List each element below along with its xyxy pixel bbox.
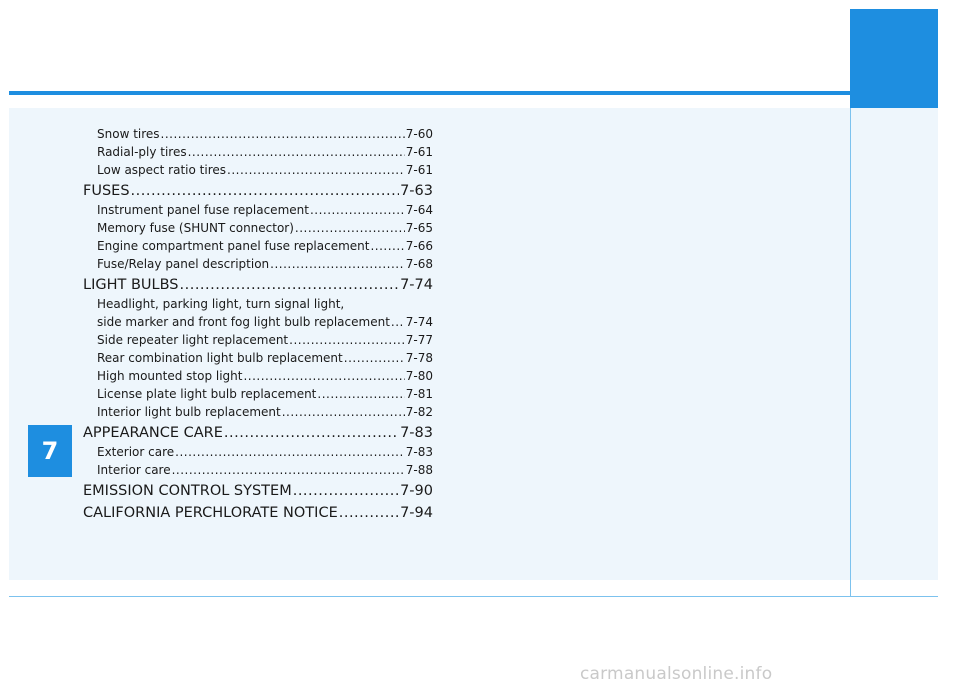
table-of-contents: Snow tires7-60Radial-ply tires7-61Low as… (83, 123, 433, 521)
toc-dot-leader (344, 351, 405, 365)
toc-subsection-entry[interactable]: Fuse/Relay panel description 7-68 (83, 253, 433, 271)
toc-entry-title: Snow tires (97, 127, 160, 141)
toc-entry-title: Interior care (97, 463, 171, 477)
toc-dot-leader (188, 145, 405, 159)
toc-subsection-entry[interactable]: Radial-ply tires 7-61 (83, 141, 433, 159)
toc-entry-page: 7-88 (405, 463, 433, 477)
toc-dot-leader (391, 315, 405, 329)
toc-entry-page: 7-90 (400, 483, 433, 499)
toc-dot-leader (293, 483, 399, 499)
toc-entry-page: 7-63 (400, 183, 433, 199)
margin-divider (850, 108, 851, 596)
toc-dot-leader (131, 183, 400, 199)
toc-dot-leader (310, 203, 405, 217)
toc-dot-leader (295, 221, 405, 235)
toc-section-entry[interactable]: EMISSION CONTROL SYSTEM 7-90 (83, 477, 433, 499)
toc-subsection-entry[interactable]: Interior light bulb replacement 7-82 (83, 401, 433, 419)
toc-entry-page: 7-68 (405, 257, 433, 271)
toc-entry-title: Low aspect ratio tires (97, 163, 226, 177)
toc-entry-title: LIGHT BULBS (83, 277, 179, 293)
toc-entry-page: 7-74 (400, 277, 433, 293)
toc-dot-leader (180, 277, 400, 293)
toc-subsection-entry[interactable]: Interior care 7-88 (83, 459, 433, 477)
toc-entry-page: 7-60 (405, 127, 433, 141)
toc-section-entry[interactable]: LIGHT BULBS 7-74 (83, 271, 433, 293)
header-rule (9, 91, 850, 95)
toc-dot-leader (282, 405, 405, 419)
toc-entry-title: Headlight, parking light, turn signal li… (97, 297, 345, 311)
toc-section-entry[interactable]: APPEARANCE CARE 7-83 (83, 419, 433, 441)
toc-entry-page: 7-80 (405, 369, 433, 383)
toc-entry-page: 7-82 (405, 405, 433, 419)
toc-entry-page: 7-94 (400, 505, 433, 521)
toc-entry-page: 7-78 (405, 351, 433, 365)
toc-entry-title: High mounted stop light (97, 369, 243, 383)
toc-entry-title: License plate light bulb replacement (97, 387, 317, 401)
toc-subsection-entry[interactable]: Side repeater light replacement 7-77 (83, 329, 433, 347)
toc-entry-title: Side repeater light replacement (97, 333, 289, 347)
chapter-tab[interactable]: 7 (28, 425, 72, 477)
toc-entry-title: EMISSION CONTROL SYSTEM (83, 483, 292, 499)
toc-entry-page: 7-64 (405, 203, 433, 217)
toc-entry-title: side marker and front fog light bulb rep… (97, 315, 390, 329)
toc-entry-page: 7-65 (405, 221, 433, 235)
toc-subsection-entry[interactable]: Memory fuse (SHUNT connector) 7-65 (83, 217, 433, 235)
toc-entry-title: Radial-ply tires (97, 145, 187, 159)
toc-dot-leader (270, 257, 405, 271)
toc-dot-leader (289, 333, 405, 347)
toc-entry-title: Interior light bulb replacement (97, 405, 281, 419)
footer-rule (9, 596, 938, 597)
toc-subsection-entry[interactable]: Snow tires 7-60 (83, 123, 433, 141)
toc-dot-leader (243, 369, 404, 383)
toc-dot-leader (172, 463, 405, 477)
toc-entry-page: 7-83 (405, 445, 433, 459)
toc-dot-leader (161, 127, 405, 141)
toc-entry-page: 7-83 (400, 425, 433, 441)
watermark: carmanualsonline.info (580, 664, 773, 684)
toc-dot-leader (224, 425, 399, 441)
toc-entry-title: Exterior care (97, 445, 175, 459)
toc-entry-page: 7-61 (405, 145, 433, 159)
toc-subsection-entry[interactable]: Headlight, parking light, turn signal li… (83, 293, 433, 311)
toc-entry-title: Fuse/Relay panel description (97, 257, 270, 271)
toc-entry-title: FUSES (83, 183, 130, 199)
toc-subsection-entry[interactable]: side marker and front fog light bulb rep… (83, 311, 433, 329)
toc-entry-page: 7-81 (405, 387, 433, 401)
chapter-corner-block (850, 9, 938, 109)
toc-subsection-entry[interactable]: Engine compartment panel fuse replacemen… (83, 235, 433, 253)
toc-entry-title: APPEARANCE CARE (83, 425, 223, 441)
toc-subsection-entry[interactable]: Exterior care 7-83 (83, 441, 433, 459)
toc-subsection-entry[interactable]: Instrument panel fuse replacement 7-64 (83, 199, 433, 217)
toc-dot-leader (317, 387, 404, 401)
toc-entry-title: Instrument panel fuse replacement (97, 203, 309, 217)
toc-entry-page: 7-77 (405, 333, 433, 347)
toc-section-entry[interactable]: CALIFORNIA PERCHLORATE NOTICE 7-94 (83, 499, 433, 521)
toc-dot-leader (339, 505, 399, 521)
toc-entry-title: CALIFORNIA PERCHLORATE NOTICE (83, 505, 338, 521)
toc-dot-leader (370, 239, 404, 253)
toc-entry-page: 7-66 (405, 239, 433, 253)
toc-subsection-entry[interactable]: Low aspect ratio tires 7-61 (83, 159, 433, 177)
toc-entry-page: 7-74 (405, 315, 433, 329)
chapter-number: 7 (41, 437, 59, 465)
toc-entry-title: Engine compartment panel fuse replacemen… (97, 239, 370, 253)
toc-subsection-entry[interactable]: High mounted stop light 7-80 (83, 365, 433, 383)
toc-dot-leader (227, 163, 405, 177)
toc-dot-leader (175, 445, 405, 459)
toc-subsection-entry[interactable]: License plate light bulb replacement 7-81 (83, 383, 433, 401)
toc-entry-title: Memory fuse (SHUNT connector) (97, 221, 294, 235)
toc-subsection-entry[interactable]: Rear combination light bulb replacement 7… (83, 347, 433, 365)
toc-section-entry[interactable]: FUSES 7-63 (83, 177, 433, 199)
toc-entry-page: 7-61 (405, 163, 433, 177)
toc-entry-title: Rear combination light bulb replacement (97, 351, 343, 365)
